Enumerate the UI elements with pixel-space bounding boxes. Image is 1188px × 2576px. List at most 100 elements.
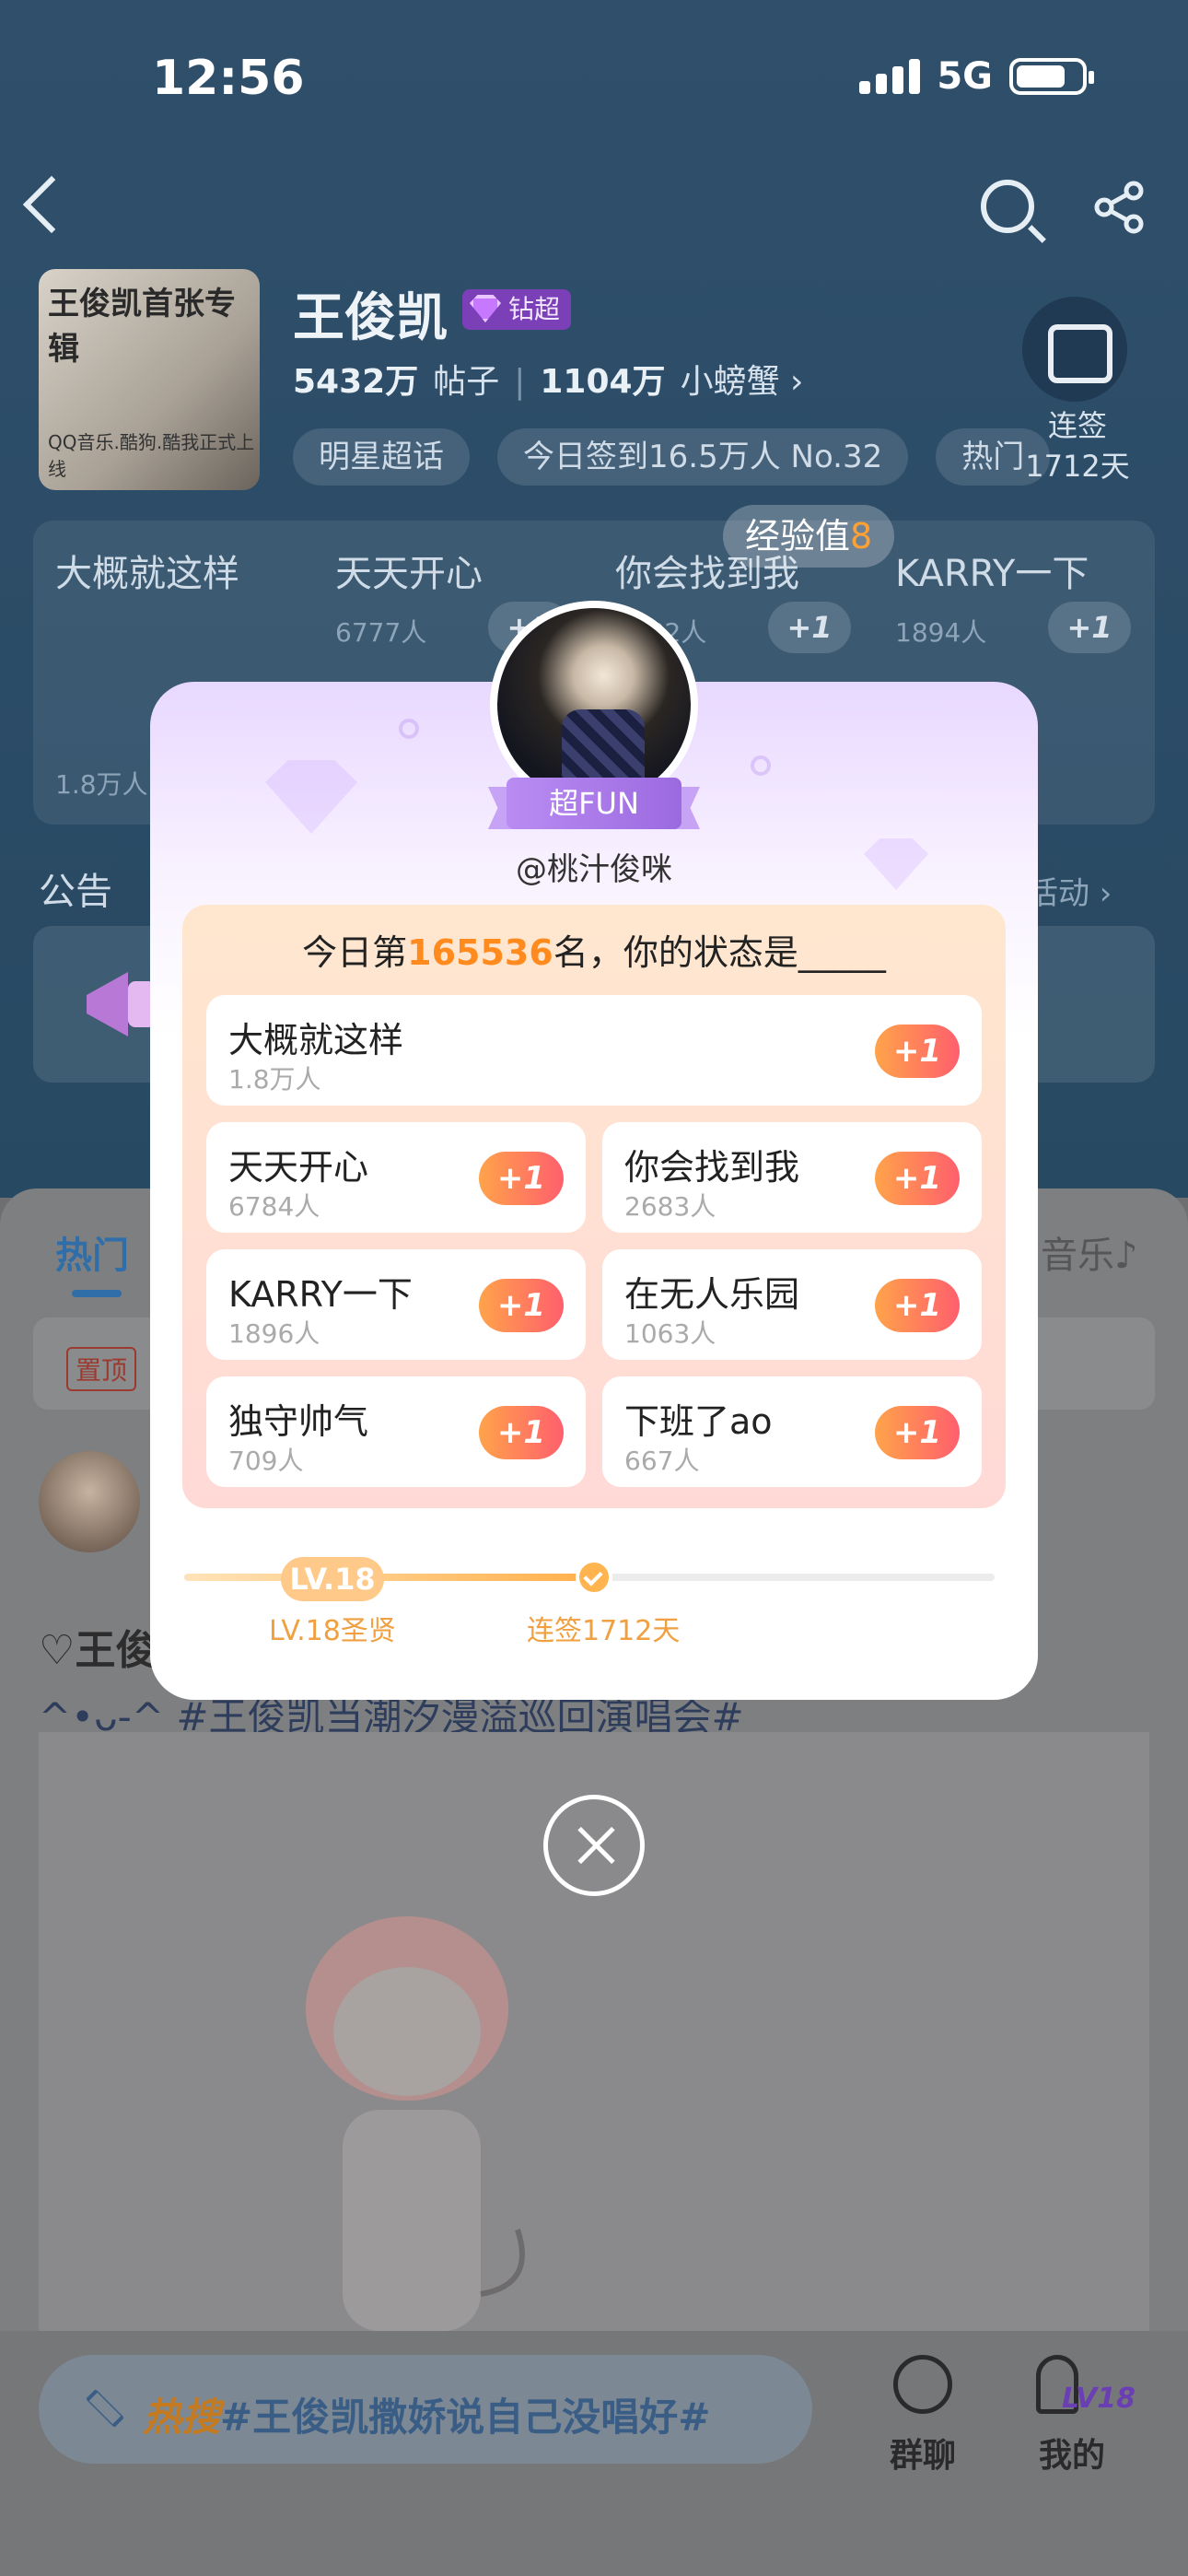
super-badge-label: 钻超	[508, 294, 561, 324]
plus-one-button[interactable]: +1	[875, 1152, 960, 1205]
level-badge: LV18	[1062, 2383, 1136, 2415]
status-time: 12:56	[152, 51, 305, 106]
option-count: 1063人	[624, 1318, 716, 1349]
signal-icon	[859, 59, 921, 94]
diamond-icon	[470, 295, 501, 322]
dot-decoration	[751, 755, 771, 776]
posts-label: 帖子	[433, 363, 500, 401]
streak-label: 连签1712天	[527, 1615, 681, 1647]
close-button[interactable]	[543, 1795, 645, 1896]
chibi-illustration	[306, 1916, 525, 2331]
network-label: 5G	[937, 55, 993, 98]
hot-search-tag: 热搜	[143, 2395, 221, 2440]
post-author: ♡王俊	[39, 1627, 157, 1674]
checkmark-icon	[576, 1559, 612, 1596]
group-chat-icon[interactable]	[893, 2355, 952, 2414]
avatar-photo	[497, 608, 691, 802]
avatar[interactable]	[39, 1451, 140, 1552]
checkin-label-text: 连签	[1047, 408, 1107, 443]
cover-subtitle: QQ音乐.酷狗.酷我正式上线	[48, 431, 255, 480]
level-label: LV.18圣贤	[269, 1615, 396, 1647]
plus-one-button[interactable]: +1	[1048, 602, 1131, 653]
option-count: 6784人	[228, 1191, 320, 1222]
level-progress-fill	[184, 1574, 594, 1581]
hot-search-topic: #王俊凯撒娇说自己没唱好#	[220, 2395, 711, 2440]
option-name: KARRY一下	[228, 1274, 413, 1315]
option-count: 1.8万人	[228, 1064, 321, 1095]
status-title: 大概就这样	[55, 553, 239, 595]
option-count: 709人	[228, 1446, 304, 1476]
plus-one-button[interactable]: +1	[875, 1406, 960, 1459]
ribbon-label: 超FUN	[507, 778, 681, 829]
nav-mine[interactable]: 我的	[1039, 2429, 1105, 2476]
chip-star-topic[interactable]: 明星超话	[293, 428, 470, 486]
rank-prefix: 今日第	[302, 932, 408, 973]
battery-icon	[1009, 58, 1094, 95]
status-option[interactable]: 下班了ao 667人 +1	[602, 1376, 982, 1487]
plus-one-button[interactable]: +1	[875, 1279, 960, 1332]
rank-title: 今日第165536名，你的状态是_____	[182, 924, 1006, 975]
option-name: 大概就这样	[228, 1020, 404, 1060]
super-badge[interactable]: 钻超	[462, 289, 572, 330]
dot-decoration	[399, 719, 419, 739]
profile-level-icon[interactable]: LV18	[1036, 2355, 1136, 2419]
plus-one-button[interactable]: +1	[768, 602, 851, 653]
nav-group-chat[interactable]: 群聊	[890, 2429, 956, 2476]
notice-title: 公告	[39, 871, 112, 913]
diamond-decoration	[265, 760, 357, 834]
status-icons: 5G	[859, 55, 1094, 98]
option-name: 你会找到我	[624, 1147, 800, 1188]
plus-one-button[interactable]: +1	[875, 1025, 960, 1078]
checkin-calendar-icon[interactable]	[1022, 297, 1127, 402]
status-option[interactable]: 你会找到我 2683人 +1	[602, 1122, 982, 1233]
status-option[interactable]: 独守帅气 709人 +1	[206, 1376, 586, 1487]
option-count: 1896人	[228, 1318, 320, 1349]
plus-one-button[interactable]: +1	[479, 1406, 564, 1459]
chip-checkin-stats[interactable]: 今日签到16.5万人 No.32	[497, 428, 909, 486]
level-ribbon: 超FUN	[488, 778, 700, 829]
stats-divider: |	[514, 363, 526, 401]
status-option[interactable]: 大概就这样 1.8万人 +1	[206, 995, 982, 1106]
experience-toast: 经验值8	[723, 505, 895, 568]
status-count: 1.8万人	[55, 769, 148, 800]
username: @桃汁俊咪	[516, 851, 672, 888]
plus-one-button[interactable]: +1	[479, 1152, 564, 1205]
checkin-days: 1712天	[1025, 449, 1130, 484]
pinned-tag: 置顶	[66, 1347, 137, 1391]
topic-chips: 明星超话 今日签到16.5万人 No.32 热门	[293, 428, 1051, 486]
option-name: 天天开心	[228, 1147, 369, 1188]
hot-search-text[interactable]: 热搜#王俊凯撒娇说自己没唱好#	[143, 2386, 710, 2442]
status-option[interactable]: 在无人乐园 1063人 +1	[602, 1249, 982, 1360]
notice-more-link[interactable]: 活动 ›	[1027, 868, 1112, 913]
option-name: 独守帅气	[228, 1401, 369, 1442]
status-option[interactable]: 天天开心 6784人 +1	[206, 1122, 586, 1233]
checkin-label: 连签 1712天	[1013, 405, 1142, 486]
level-pill: LV.18	[281, 1557, 384, 1601]
exp-label: 经验值	[745, 516, 851, 556]
topic-name: 王俊凯	[293, 288, 448, 348]
option-name: 下班了ao	[624, 1401, 773, 1442]
status-title: 天天开心	[335, 553, 483, 595]
status-count: 1894人	[895, 617, 987, 648]
topic-cover-image: 王俊凯首张专辑 QQ音乐.酷狗.酷我正式上线	[39, 269, 260, 490]
status-count: 6777人	[335, 617, 427, 648]
topic-stats: 5432万 帖子 | 1104万 小螃蟹 ›	[293, 355, 803, 403]
fans-link[interactable]: 小螃蟹 ›	[681, 355, 804, 403]
rank-suffix: 名，你的状态是_____	[553, 932, 886, 973]
tab-hot[interactable]: 热门	[55, 1225, 129, 1279]
exp-value: 8	[850, 516, 873, 556]
tab-active-indicator	[72, 1290, 122, 1297]
option-count: 667人	[624, 1446, 700, 1476]
cover-title: 王俊凯首张专辑	[48, 286, 236, 368]
share-icon[interactable]	[1091, 180, 1147, 235]
rank-number: 165536	[407, 932, 553, 973]
option-count: 2683人	[624, 1191, 716, 1222]
status-title: KARRY一下	[895, 553, 1089, 595]
option-name: 在无人乐园	[624, 1274, 800, 1315]
fans-count: 1104万	[540, 363, 666, 401]
plus-one-button[interactable]: +1	[479, 1279, 564, 1332]
status-option[interactable]: KARRY一下 1896人 +1	[206, 1249, 586, 1360]
posts-count: 5432万	[293, 363, 419, 401]
search-icon[interactable]	[981, 180, 1034, 233]
tab-music[interactable]: 音乐♪	[1041, 1225, 1138, 1279]
